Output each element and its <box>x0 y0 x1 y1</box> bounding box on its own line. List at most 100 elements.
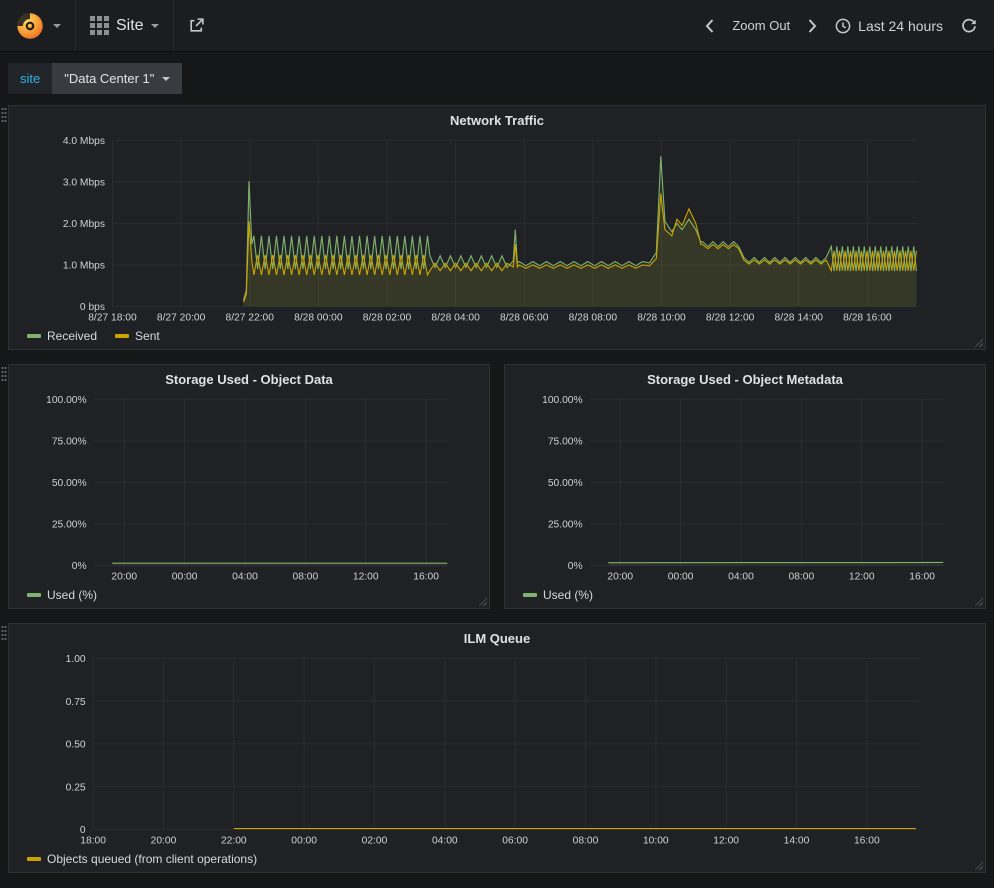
y-axis-tick-label: 75.00% <box>548 437 583 448</box>
x-axis-tick-label: 12:00 <box>713 835 739 846</box>
time-back-button[interactable] <box>696 0 723 51</box>
chart-legend: Received Sent <box>15 327 979 347</box>
y-axis-tick-label: 1.00 <box>66 654 86 665</box>
dashboard-row-3: ILM Queue 00.250.500.751.0018:0020:0022:… <box>8 623 986 873</box>
x-axis-tick-label: 8/28 00:00 <box>294 312 343 323</box>
panel-title[interactable]: Network Traffic <box>15 109 979 131</box>
x-axis-tick-label: 00:00 <box>668 571 694 582</box>
x-axis-tick-label: 8/28 10:00 <box>637 312 686 323</box>
y-axis-tick-label: 50.00% <box>548 478 583 489</box>
time-forward-button[interactable] <box>799 0 826 51</box>
grid-icon <box>90 16 109 35</box>
storage-object-data-chart[interactable]: 0%25.00%50.00%75.00%100.00%20:0000:0004:… <box>15 390 483 586</box>
x-axis-tick-label: 04:00 <box>432 835 458 846</box>
template-variable-site: site "Data Center 1" <box>8 63 182 94</box>
legend-item[interactable]: Sent <box>115 329 160 343</box>
y-axis-tick-label: 0% <box>568 561 583 572</box>
x-axis-tick-label: 06:00 <box>502 835 528 846</box>
x-axis-tick-label: 20:00 <box>607 571 633 582</box>
share-button[interactable] <box>174 0 219 51</box>
legend-item[interactable]: Received <box>27 329 97 343</box>
caret-down-icon <box>162 77 170 81</box>
dashboard-title: Site <box>116 17 144 35</box>
variable-row: site "Data Center 1" <box>0 52 994 103</box>
row-drag-handle[interactable] <box>1 107 7 122</box>
caret-down-icon <box>151 24 159 28</box>
x-axis-tick-label: 20:00 <box>111 571 137 582</box>
legend-label: Used (%) <box>543 588 593 602</box>
storage-object-metadata-chart[interactable]: 0%25.00%50.00%75.00%100.00%20:0000:0004:… <box>511 390 979 586</box>
refresh-button[interactable] <box>952 0 986 51</box>
dashboard-picker[interactable]: Site <box>76 0 173 51</box>
x-axis-tick-label: 8/28 06:00 <box>500 312 549 323</box>
legend-item[interactable]: Used (%) <box>27 588 97 602</box>
chart-legend: Used (%) <box>15 586 483 606</box>
y-axis-tick-label: 25.00% <box>548 520 583 531</box>
x-axis-tick-label: 22:00 <box>221 835 247 846</box>
main-menu-button[interactable] <box>0 0 75 51</box>
y-axis-tick-label: 0.75 <box>66 697 86 708</box>
x-axis-tick-label: 8/27 22:00 <box>225 312 274 323</box>
y-axis-tick-label: 2.0 Mbps <box>63 219 105 230</box>
legend-item[interactable]: Used (%) <box>523 588 593 602</box>
y-axis-tick-label: 3.0 Mbps <box>63 178 105 189</box>
chart-area: 0%25.00%50.00%75.00%100.00%20:0000:0004:… <box>511 390 979 586</box>
chart-area: 0%25.00%50.00%75.00%100.00%20:0000:0004:… <box>15 390 483 586</box>
x-axis-tick-label: 8/28 04:00 <box>431 312 480 323</box>
time-range-label: Last 24 hours <box>858 18 943 34</box>
x-axis-tick-label: 10:00 <box>643 835 669 846</box>
legend-label: Sent <box>135 329 160 343</box>
x-axis-tick-label: 16:00 <box>909 571 935 582</box>
top-navbar: Site Zoom Out <box>0 0 994 52</box>
variable-value: "Data Center 1" <box>64 71 154 86</box>
network-traffic-chart[interactable]: 0 bps1.0 Mbps2.0 Mbps3.0 Mbps4.0 Mbps8/2… <box>15 131 979 327</box>
refresh-icon <box>961 18 977 34</box>
x-axis-tick-label: 00:00 <box>291 835 317 846</box>
y-axis-tick-label: 25.00% <box>52 520 87 531</box>
panel-title[interactable]: ILM Queue <box>15 627 979 649</box>
y-axis-tick-label: 4.0 Mbps <box>63 136 105 147</box>
x-axis-tick-label: 20:00 <box>151 835 177 846</box>
panel-title[interactable]: Storage Used - Object Metadata <box>511 368 979 390</box>
zoom-out-label: Zoom Out <box>732 18 790 33</box>
y-axis-tick-label: 0.50 <box>66 740 86 751</box>
y-axis-tick-label: 1.0 Mbps <box>63 261 105 272</box>
legend-swatch <box>27 593 41 597</box>
dashboard-row-2: Storage Used - Object Data 0% 25.00% 50.00… <box>8 364 986 609</box>
y-axis-tick-label: 0% <box>72 561 87 572</box>
legend-label: Used (%) <box>47 588 97 602</box>
variable-label: site <box>8 63 52 94</box>
clock-icon <box>835 18 851 34</box>
x-axis-tick-label: 02:00 <box>362 835 388 846</box>
chart-area: 0 bps1.0 Mbps2.0 Mbps3.0 Mbps4.0 Mbps8/2… <box>15 131 979 327</box>
x-axis-tick-label: 8/28 12:00 <box>706 312 755 323</box>
time-range-picker[interactable]: Last 24 hours <box>826 0 952 51</box>
y-axis-tick-label: 75.00% <box>52 437 87 448</box>
navbar-left: Site <box>0 0 219 51</box>
variable-value-dropdown[interactable]: "Data Center 1" <box>52 63 182 94</box>
x-axis-tick-label: 8/28 14:00 <box>775 312 824 323</box>
x-axis-tick-label: 8/28 16:00 <box>843 312 892 323</box>
x-axis-tick-label: 8/28 02:00 <box>363 312 412 323</box>
x-axis-tick-label: 14:00 <box>784 835 810 846</box>
legend-swatch <box>523 593 537 597</box>
panel-storage-object-data: Storage Used - Object Data 0% 25.00% 50.00… <box>8 364 490 609</box>
zoom-out-button[interactable]: Zoom Out <box>723 0 799 51</box>
y-axis-tick-label: 100.00% <box>46 395 86 406</box>
panel-title[interactable]: Storage Used - Object Data <box>15 368 483 390</box>
panel-ilm-queue: ILM Queue 00.250.500.751.0018:0020:0022:… <box>8 623 986 873</box>
legend-item[interactable]: Objects queued (from client operations) <box>27 852 257 866</box>
row-drag-handle[interactable] <box>1 366 7 381</box>
chevron-left-icon <box>705 19 714 33</box>
panel-network-traffic: Network Traffic 0 bps1.0 Mbps2.0 Mbps3.0… <box>8 105 986 350</box>
x-axis-tick-label: 8/27 18:00 <box>88 312 137 323</box>
y-axis-tick-label: 0 <box>80 825 86 836</box>
ilm-queue-chart[interactable]: 00.250.500.751.0018:0020:0022:0000:0002:… <box>15 649 979 850</box>
legend-swatch <box>27 857 41 861</box>
row-drag-handle[interactable] <box>1 625 7 640</box>
y-axis-tick-label: 50.00% <box>52 478 87 489</box>
x-axis-tick-label: 8/28 08:00 <box>569 312 618 323</box>
x-axis-tick-label: 16:00 <box>854 835 880 846</box>
chart-legend: Objects queued (from client operations) <box>15 850 979 870</box>
x-axis-tick-label: 18:00 <box>80 835 106 846</box>
